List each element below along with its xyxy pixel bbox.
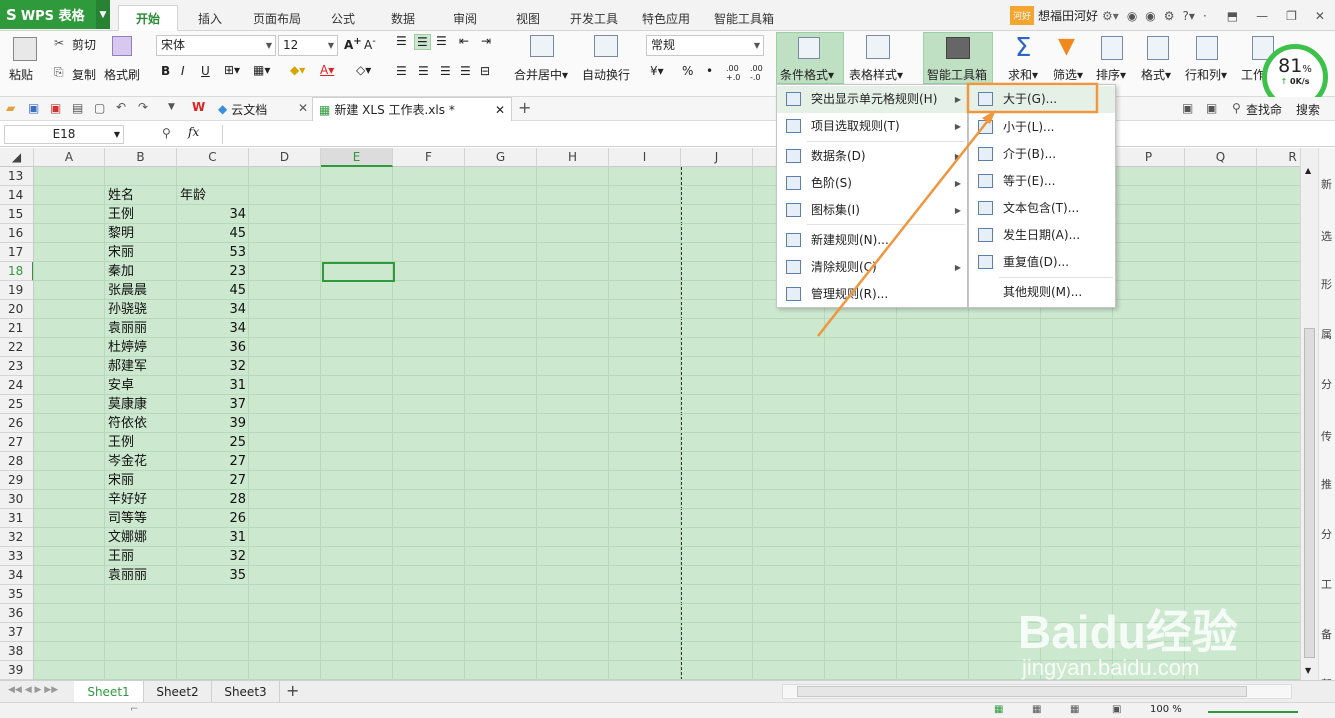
watermark-url: jingyan.baidu.com xyxy=(1022,655,1200,680)
pointer-arrow-line xyxy=(817,117,991,337)
highlight-box xyxy=(966,82,1099,114)
watermark-brand: Baidu经验 xyxy=(1018,606,1238,658)
